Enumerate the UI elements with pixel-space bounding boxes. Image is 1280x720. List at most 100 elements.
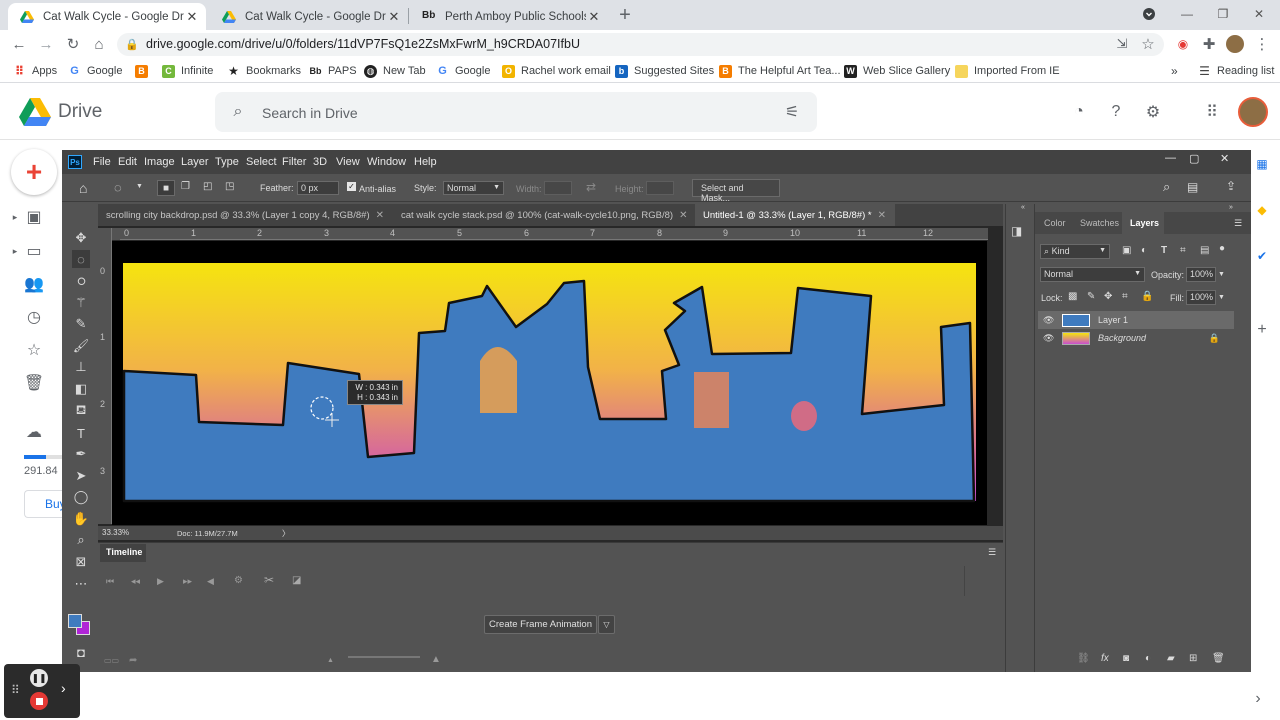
tab-color[interactable]: Color	[1044, 218, 1066, 228]
bookmark-bookmarks[interactable]: ★ Bookmarks	[227, 63, 301, 79]
storage-cloud-icon[interactable]: ☁	[23, 421, 45, 443]
bookmark-suggested[interactable]: b Suggested Sites	[615, 63, 714, 79]
bookmark-web-slice[interactable]: W Web Slice Gallery	[844, 63, 950, 79]
expand-recorder-icon[interactable]: ›	[61, 680, 66, 696]
properties-panel-icon[interactable]: ◨	[1011, 224, 1022, 238]
new-group-icon[interactable]: ▰	[1167, 653, 1175, 664]
help-icon[interactable]: ?	[1105, 101, 1127, 123]
link-layers-icon[interactable]: ⛓	[1077, 653, 1090, 664]
account-avatar[interactable]	[1237, 96, 1269, 128]
lock-transparency-icon[interactable]: ▩	[1068, 291, 1077, 302]
bookmark-apps[interactable]: ⠿ Apps	[13, 63, 57, 79]
computers-icon[interactable]: ▭	[23, 240, 45, 262]
prev-frame-icon[interactable]: ◂◂	[131, 576, 140, 587]
delete-layer-icon[interactable]: 🗑	[1212, 653, 1225, 664]
close-tab-icon[interactable]: ✕	[386, 9, 402, 25]
tab-layers[interactable]: Layers	[1130, 218, 1159, 228]
zoom-level[interactable]: 33.33%	[102, 528, 129, 537]
minimize-icon[interactable]: —	[1176, 4, 1198, 24]
menu-type[interactable]: Type	[215, 156, 239, 168]
visibility-eye-icon[interactable]: 👁	[1043, 333, 1054, 344]
extension-icon[interactable]: ◉	[1173, 34, 1193, 54]
filter-type-icon[interactable]: T	[1161, 245, 1167, 256]
bookmark-infinite[interactable]: B	[135, 63, 154, 79]
tasks-icon[interactable]: ✔	[1251, 245, 1273, 267]
swap-dimensions-icon[interactable]: ⇄	[586, 180, 596, 194]
my-drive-icon[interactable]: ▣	[23, 206, 45, 228]
menu-edit[interactable]: Edit	[118, 156, 137, 168]
timeline-title[interactable]: Timeline	[106, 547, 142, 557]
subtract-selection-icon[interactable]: ◰	[203, 181, 212, 192]
tab-search-icon[interactable]	[1138, 4, 1160, 24]
close-window-icon[interactable]: ✕	[1248, 4, 1270, 24]
magic-wand-icon[interactable]: ⚚	[72, 294, 90, 312]
reload-icon[interactable]: ↻	[63, 34, 83, 54]
menu-file[interactable]: File	[93, 156, 111, 168]
starred-icon[interactable]: ☆	[23, 339, 45, 361]
timeline-mode-icon[interactable]: ▭▭	[104, 656, 119, 665]
layer-row-background[interactable]: 👁 Background 🔒	[1038, 329, 1234, 347]
create-frame-animation-button[interactable]: Create Frame Animation	[484, 615, 597, 634]
menu-help[interactable]: Help	[414, 156, 437, 168]
filter-smart-icon[interactable]: ▤	[1200, 245, 1209, 256]
menu-window[interactable]: Window	[367, 156, 406, 168]
pen-tool-icon[interactable]: ✒	[72, 445, 90, 463]
add-mask-icon[interactable]: ◙	[1123, 653, 1129, 664]
add-addon-icon[interactable]: +	[1251, 319, 1273, 341]
keep-icon[interactable]: ◆	[1251, 199, 1273, 221]
ps-home-icon[interactable]: ⌂	[79, 180, 87, 196]
menu-layer[interactable]: Layer	[181, 156, 209, 168]
lock-artboard-icon[interactable]: ⌗	[1122, 291, 1128, 302]
tab-swatches[interactable]: Swatches	[1080, 218, 1119, 228]
offline-status-icon[interactable]: ◔	[1068, 101, 1090, 123]
eyedropper-icon[interactable]: ✎	[72, 315, 90, 333]
home-icon[interactable]: ⌂	[89, 34, 109, 54]
workspace-icon[interactable]: ▤	[1187, 180, 1198, 194]
timeline-zoom-slider[interactable]	[348, 656, 420, 658]
play-icon[interactable]: ▶	[157, 576, 164, 587]
layer-filter-select[interactable]: ⌕ Kind ▼	[1040, 244, 1110, 259]
move-tool-icon[interactable]: ✥	[72, 229, 90, 247]
layer-row-layer-1[interactable]: 👁 Layer 1	[1038, 311, 1234, 329]
stamp-tool-icon[interactable]: ⊥	[72, 358, 90, 376]
anti-alias-checkbox[interactable]: ✓	[347, 182, 356, 191]
search-icon[interactable]: ⌕	[227, 101, 249, 123]
zoom-in-mountain-icon[interactable]: ▲	[431, 654, 441, 665]
back-icon[interactable]: ←	[9, 34, 29, 54]
split-scissors-icon[interactable]: ✂	[264, 573, 274, 587]
trash-icon[interactable]: 🗑	[23, 372, 45, 394]
calendar-icon[interactable]: ▦	[1251, 153, 1273, 175]
shared-with-me-icon[interactable]: 👥	[23, 273, 45, 295]
visibility-eye-icon[interactable]: 👁	[1043, 315, 1054, 326]
bookmark-new-tab[interactable]: ◍ New Tab	[364, 63, 426, 79]
menu-image[interactable]: Image	[144, 156, 175, 168]
path-select-icon[interactable]: ➤	[72, 467, 90, 485]
ps-canvas[interactable]: W : 0.343 in H : 0.343 in	[112, 241, 987, 525]
close-doc-icon[interactable]: ✕	[878, 210, 886, 221]
profile-avatar[interactable]	[1225, 34, 1245, 54]
puzzle-icon[interactable]: ✚	[1199, 34, 1219, 54]
ps-restore-icon[interactable]: ▢	[1189, 152, 1199, 165]
panel-menu-icon[interactable]: ☰	[988, 547, 996, 558]
bookmark-paps[interactable]: Bb PAPS	[309, 63, 357, 79]
menu-select[interactable]: Select	[246, 156, 277, 168]
intersect-selection-icon[interactable]: ◳	[225, 181, 234, 192]
status-arrow-icon[interactable]: 〉	[282, 528, 290, 539]
feather-input[interactable]: 0 px	[297, 181, 339, 195]
ps-minimize-icon[interactable]: —	[1165, 152, 1176, 164]
width-input[interactable]	[544, 181, 572, 195]
bookmarks-overflow-icon[interactable]: »	[1171, 63, 1178, 79]
close-doc-icon[interactable]: ✕	[376, 210, 384, 221]
new-layer-icon[interactable]: ⊞	[1189, 653, 1197, 664]
adjustment-layer-icon[interactable]: ◐	[1145, 653, 1151, 664]
share-icon[interactable]: ⇪	[1226, 179, 1236, 193]
close-tab-icon[interactable]: ✕	[586, 9, 602, 25]
side-panel-toggle-icon[interactable]: ›	[1247, 688, 1269, 710]
layer-style-icon[interactable]: fx	[1101, 653, 1109, 664]
chevron-down-icon[interactable]: ▼	[1218, 271, 1225, 278]
restore-icon[interactable]: ❐	[1212, 4, 1234, 24]
add-selection-icon[interactable]: ❐	[181, 181, 190, 192]
bookmark-google-2[interactable]: G Google	[436, 63, 490, 79]
ellipse-shape-icon[interactable]: ◯	[72, 488, 90, 506]
hand-tool-icon[interactable]: ✋	[72, 510, 90, 528]
